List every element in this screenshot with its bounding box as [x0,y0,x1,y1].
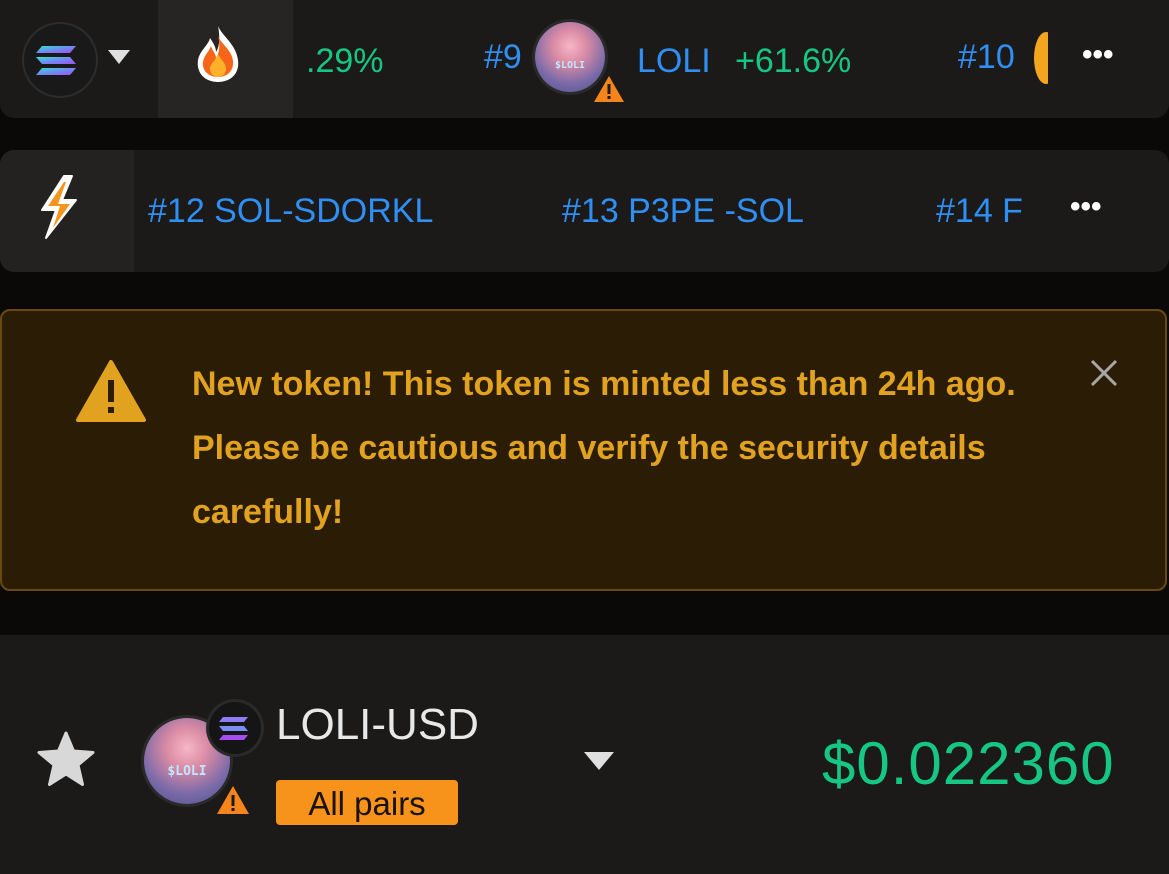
chevron-down-icon[interactable] [106,48,132,66]
trending-bar: .29% #9 $LOLI LOLI +61.6% #10 ••• [0,0,1169,118]
more-button[interactable]: ••• [1036,150,1148,272]
warning-icon [594,76,624,102]
more-button[interactable]: ••• [1048,0,1160,118]
new-pairs-bar: #12 SOL-SDORKL #13 P3PE -SOL #14 F ••• [0,150,1169,272]
new-pair-item[interactable]: #14 F [936,194,1038,228]
warning-message: New token! This token is minted less tha… [192,365,1016,531]
trending-item-rank[interactable]: #10 [958,40,1015,74]
warning-icon [76,360,146,422]
trending-tab[interactable] [158,0,293,118]
trending-item-change[interactable]: +61.6% [735,44,851,78]
chain-selector[interactable] [24,24,96,96]
solana-icon [36,46,76,75]
more-icon: ••• [1070,190,1102,223]
avatar-ticker: $LOLI [554,60,586,71]
bolt-icon [41,175,77,239]
star-icon[interactable] [36,730,96,788]
trending-item-change[interactable]: .29% [306,44,384,78]
all-pairs-badge[interactable]: All pairs [276,780,458,825]
new-pair-item[interactable]: #12 SOL-SDORKL [148,194,433,228]
new-pair-item[interactable]: #13 P3PE -SOL [562,194,804,228]
price-display: $0.022360 [822,730,1115,797]
close-icon[interactable] [1086,355,1122,391]
new-pairs-tab[interactable] [0,150,134,272]
more-icon: ••• [1082,38,1114,71]
chevron-down-icon[interactable] [582,750,616,772]
avatar-ticker: $LOLI [167,764,207,779]
pair-name[interactable]: LOLI-USD [276,703,479,747]
trending-item-name[interactable]: LOLI [637,44,711,78]
solana-icon [219,717,248,740]
warning-icon [217,786,249,814]
trending-item-rank[interactable]: #9 [484,40,522,74]
fire-icon [197,26,239,82]
chain-badge [209,702,261,754]
